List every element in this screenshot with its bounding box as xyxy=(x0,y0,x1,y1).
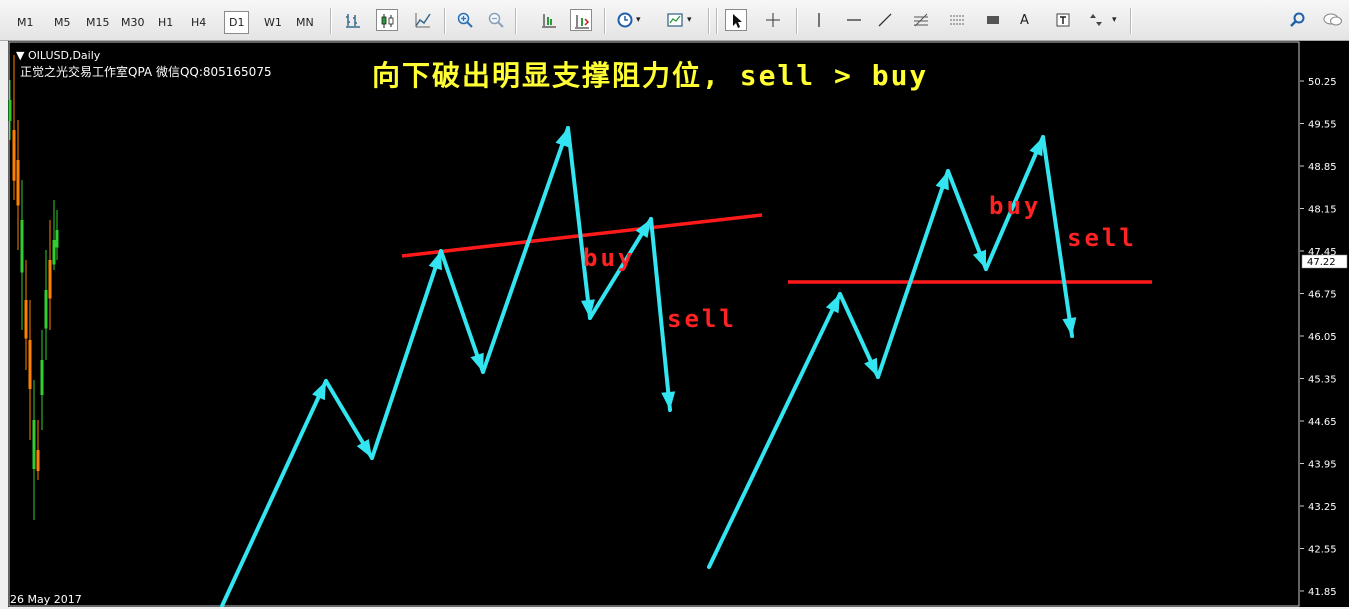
price-tick-label: 44.65 xyxy=(1308,417,1337,428)
arrow-head xyxy=(864,357,878,377)
arrow-head xyxy=(825,294,840,314)
vertical-line-icon[interactable] xyxy=(808,9,830,31)
left-buy-label: buy xyxy=(583,244,636,272)
timeframe-m1[interactable]: M1 xyxy=(17,16,34,30)
chart-canvas xyxy=(8,41,1300,607)
arrow-head xyxy=(972,249,987,269)
periods-icon[interactable] xyxy=(614,9,636,31)
timeframe-d1[interactable]: D1 xyxy=(224,11,250,34)
price-tick-label: 49.55 xyxy=(1308,120,1337,131)
arrow-head xyxy=(1062,317,1077,336)
candlestick-icon[interactable] xyxy=(376,9,398,31)
price-tick-label: 43.25 xyxy=(1308,502,1337,513)
price-tick-label: 46.05 xyxy=(1308,332,1337,343)
candle-body xyxy=(44,290,48,329)
price-tick-label: 41.85 xyxy=(1308,587,1337,598)
trend-arrow xyxy=(370,249,443,460)
timeframe-mn[interactable]: MN xyxy=(296,16,314,30)
right-sell-label: sell xyxy=(1067,224,1137,252)
cursor-icon[interactable] xyxy=(725,9,747,31)
timeframe-h1[interactable]: H1 xyxy=(158,16,173,30)
autoscroll-icon[interactable] xyxy=(570,9,592,31)
arrow-head xyxy=(312,381,326,401)
toolbar-separator xyxy=(330,8,332,34)
chat-icon[interactable] xyxy=(1320,9,1342,31)
templates-icon[interactable] xyxy=(664,9,686,31)
trend-arrow xyxy=(876,169,950,379)
right-buy-label: buy xyxy=(989,192,1042,220)
price-tick-label: 45.35 xyxy=(1308,375,1337,386)
text-icon[interactable]: A xyxy=(1020,14,1029,27)
rectangle-icon[interactable] xyxy=(982,9,1004,31)
text-label-icon[interactable] xyxy=(1052,9,1074,31)
trend-arrow xyxy=(481,126,570,374)
candle-body xyxy=(24,300,28,339)
trend-arrow xyxy=(707,292,842,569)
price-tick-label: 48.85 xyxy=(1308,162,1337,173)
candle-body xyxy=(12,130,16,181)
toolbar-separator xyxy=(1130,8,1132,34)
chevron-down-icon[interactable]: ▾ xyxy=(636,14,641,27)
price-tick-label: 42.55 xyxy=(1308,545,1337,556)
trendline-icon[interactable] xyxy=(874,9,896,31)
arrow-head xyxy=(935,171,949,191)
trend-arrow xyxy=(566,126,592,320)
toolbar-separator xyxy=(708,8,710,34)
search-icon[interactable] xyxy=(1287,9,1309,31)
chart-shift-icon[interactable] xyxy=(538,9,560,31)
toolbar-separator xyxy=(796,8,798,34)
date-label: 26 May 2017 xyxy=(10,593,82,606)
candle-body xyxy=(55,230,59,248)
candle-body xyxy=(20,220,24,273)
horizontal-line-icon[interactable] xyxy=(843,9,865,31)
toolbar-separator xyxy=(716,8,718,34)
symbol-label: ▼ OILUSD,Daily xyxy=(16,49,101,62)
candle-body xyxy=(40,360,44,395)
fibonacci-icon[interactable] xyxy=(910,9,932,31)
price-tick-label: 48.15 xyxy=(1308,205,1337,216)
trend-arrow xyxy=(439,249,485,374)
timeframe-h4[interactable]: H4 xyxy=(191,16,206,30)
arrows-icon[interactable] xyxy=(1084,9,1106,31)
trend-arrow xyxy=(220,379,328,607)
candle-body xyxy=(36,450,40,471)
toolbar-separator xyxy=(444,8,446,34)
crosshair-icon[interactable] xyxy=(762,9,784,31)
timeframe-w1[interactable]: W1 xyxy=(264,16,282,30)
price-tick-label: 43.95 xyxy=(1308,460,1337,471)
timeframe-m5[interactable]: M5 xyxy=(54,16,71,30)
zoom-in-icon[interactable] xyxy=(454,9,476,31)
arrow-head xyxy=(356,438,372,458)
left-sell-label: sell xyxy=(667,305,737,333)
line-chart-icon[interactable] xyxy=(412,9,434,31)
zoom-out-icon[interactable] xyxy=(485,9,507,31)
toolbar: M1 M5 M15 M30 H1 H4 D1 W1 MN ▾ ▾ A ▾ xyxy=(0,0,1349,41)
chart-border xyxy=(8,41,1300,607)
candle-body xyxy=(32,420,36,469)
candle-body xyxy=(16,160,20,206)
bar-chart-icon[interactable] xyxy=(342,9,364,31)
arrow-head xyxy=(1029,137,1043,157)
timeframe-m15[interactable]: M15 xyxy=(86,16,110,30)
price-axis: 50.25 49.55 48.85 48.15 47.45 46.75 46.05 45.35… xyxy=(1300,41,1349,607)
chart-area[interactable] xyxy=(8,41,1300,607)
timeframe-m30[interactable]: M30 xyxy=(121,16,145,30)
candle-body xyxy=(8,100,12,121)
arrow-head xyxy=(470,352,484,372)
toolbar-separator xyxy=(604,8,606,34)
candle-body xyxy=(52,240,56,265)
price-tick-label: 46.75 xyxy=(1308,290,1337,301)
candle-body xyxy=(28,340,32,389)
studio-watermark: 正觉之光交易工作室QPA 微信QQ:805165075 xyxy=(20,65,272,79)
price-tick-label: 50.25 xyxy=(1308,77,1337,88)
chevron-down-icon[interactable]: ▾ xyxy=(1112,14,1117,27)
chevron-down-icon[interactable]: ▾ xyxy=(687,14,692,27)
current-price-label: 47.22 xyxy=(1307,257,1336,268)
candle-body xyxy=(48,260,52,299)
toolbar-separator xyxy=(515,8,517,34)
channel-icon[interactable] xyxy=(946,9,968,31)
chart-headline: 向下破出明显支撑阻力位, sell > buy xyxy=(372,59,929,92)
